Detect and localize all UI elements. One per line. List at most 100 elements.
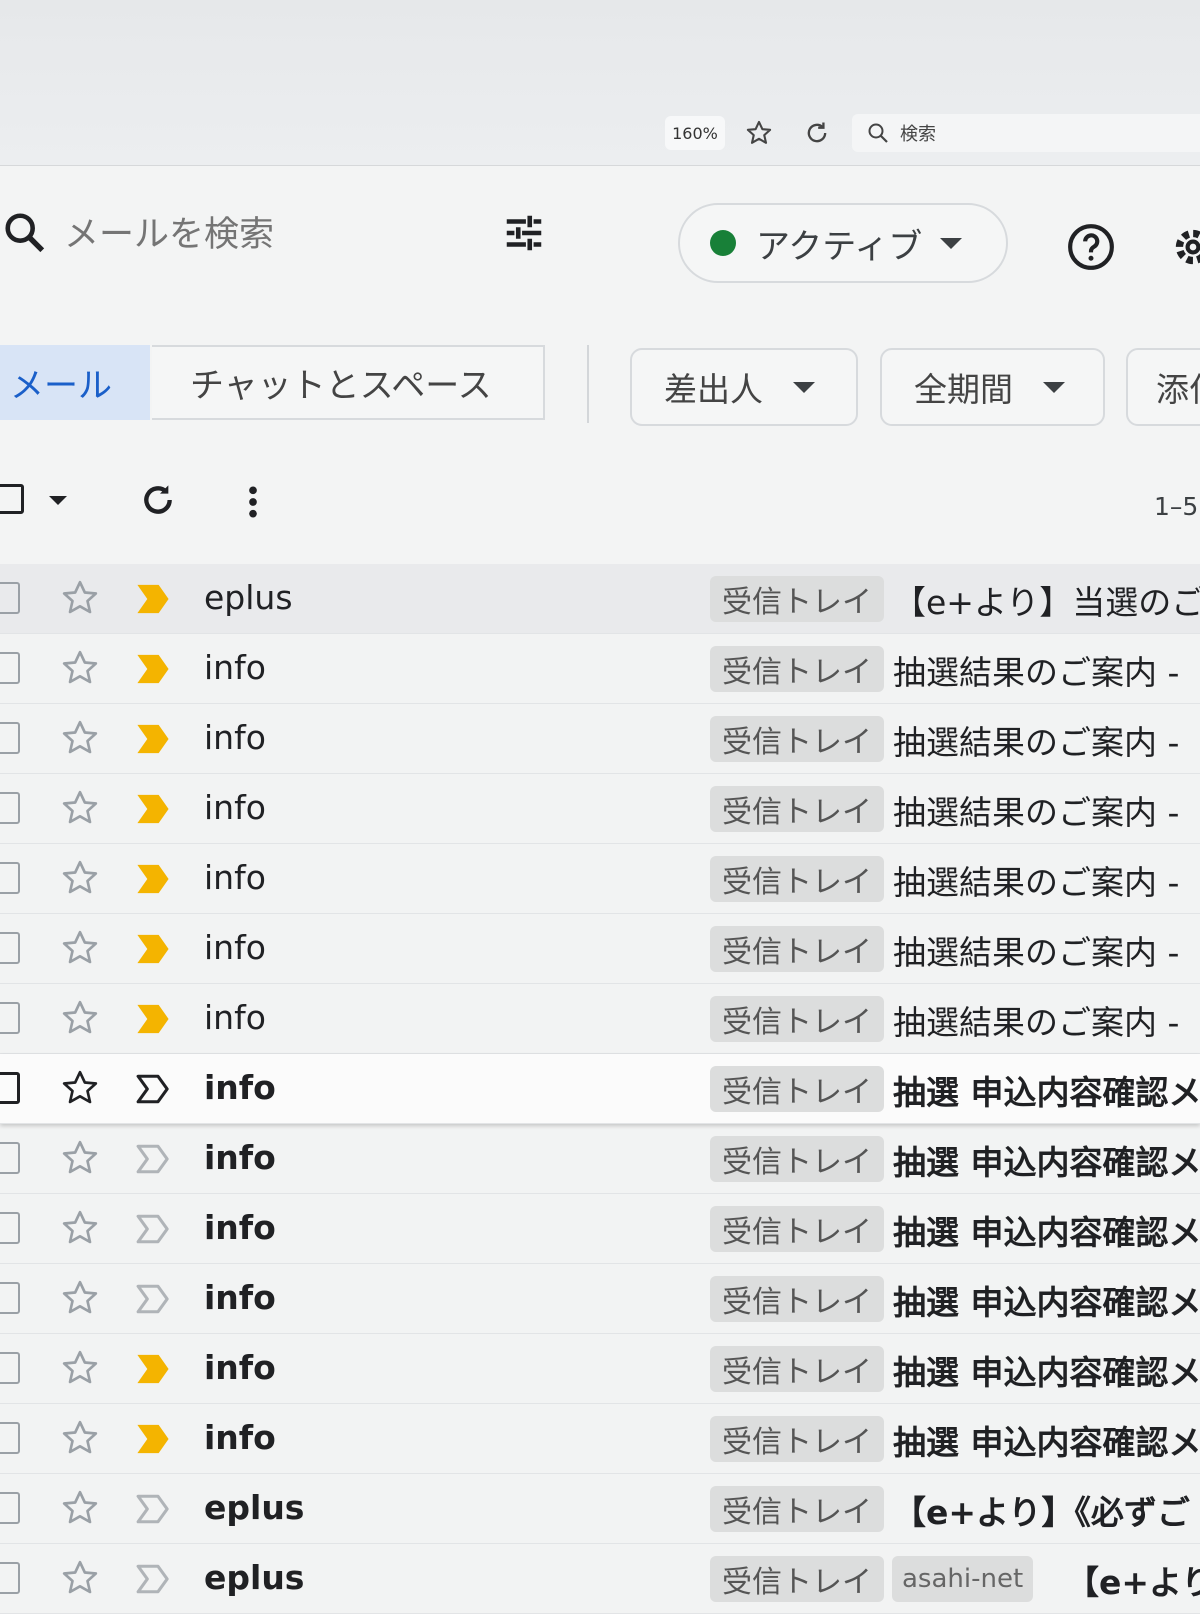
select-menu-chevron-icon[interactable] [49, 496, 67, 505]
email-row[interactable]: info 受信トレイ 抽選 申込内容確認メ [0, 1054, 1200, 1124]
inbox-label-badge[interactable]: 受信トレイ [710, 1346, 884, 1392]
filter-sender[interactable]: 差出人 [630, 348, 858, 426]
row-checkbox[interactable] [0, 1422, 20, 1454]
email-row[interactable]: info 受信トレイ 抽選結果のご案内 - [0, 984, 1200, 1054]
star-icon[interactable] [60, 1558, 100, 1598]
email-row[interactable]: info 受信トレイ 抽選結果のご案内 - [0, 914, 1200, 984]
inbox-label-badge[interactable]: 受信トレイ [710, 1416, 884, 1462]
email-row[interactable]: eplus 受信トレイ 【e+より】《必ずご [0, 1474, 1200, 1544]
email-sender: info [204, 1418, 276, 1457]
row-checkbox[interactable] [0, 862, 20, 894]
importance-marker-icon[interactable] [134, 792, 172, 826]
importance-marker-icon[interactable] [134, 1212, 172, 1246]
row-checkbox[interactable] [0, 1002, 20, 1034]
email-row[interactable]: info 受信トレイ 抽選 申込内容確認メ [0, 1404, 1200, 1474]
more-options-icon[interactable] [246, 482, 260, 522]
email-sender: info [204, 1138, 276, 1177]
star-icon[interactable] [60, 718, 100, 758]
browser-search-box[interactable]: 検索 [852, 114, 1200, 152]
star-icon[interactable] [60, 788, 100, 828]
importance-marker-icon[interactable] [134, 862, 172, 896]
email-row[interactable]: info 受信トレイ 抽選 申込内容確認メ [0, 1124, 1200, 1194]
bookmark-star-icon[interactable] [742, 116, 776, 150]
help-icon[interactable] [1066, 222, 1116, 272]
reload-icon[interactable] [800, 116, 834, 150]
email-row[interactable]: info 受信トレイ 抽選結果のご案内 - [0, 704, 1200, 774]
inbox-label-badge[interactable]: 受信トレイ [710, 716, 884, 762]
importance-marker-icon[interactable] [134, 1002, 172, 1036]
star-icon[interactable] [60, 578, 100, 618]
status-selector[interactable]: アクティブ [678, 203, 1008, 283]
inbox-label-badge[interactable]: 受信トレイ [710, 646, 884, 692]
star-icon[interactable] [60, 648, 100, 688]
row-checkbox[interactable] [0, 932, 20, 964]
row-checkbox[interactable] [0, 1072, 20, 1104]
filter-attachment[interactable]: 添付 [1126, 348, 1200, 426]
row-checkbox[interactable] [0, 1562, 20, 1594]
importance-marker-icon[interactable] [134, 652, 172, 686]
settings-gear-icon[interactable] [1168, 222, 1200, 272]
star-icon[interactable] [60, 1418, 100, 1458]
inbox-label-badge[interactable]: 受信トレイ [710, 1136, 884, 1182]
star-icon[interactable] [60, 1138, 100, 1178]
row-checkbox[interactable] [0, 1212, 20, 1244]
importance-marker-icon[interactable] [134, 1562, 172, 1596]
email-row[interactable]: info 受信トレイ 抽選 申込内容確認メ [0, 1264, 1200, 1334]
row-checkbox[interactable] [0, 792, 20, 824]
tab-chat-and-spaces[interactable]: チャットとスペース [152, 345, 545, 420]
row-checkbox[interactable] [0, 582, 20, 614]
star-icon[interactable] [60, 998, 100, 1038]
email-row[interactable]: info 受信トレイ 抽選結果のご案内 - [0, 774, 1200, 844]
importance-marker-icon[interactable] [134, 1352, 172, 1386]
importance-marker-icon[interactable] [134, 722, 172, 756]
importance-marker-icon[interactable] [134, 1142, 172, 1176]
row-checkbox[interactable] [0, 1352, 20, 1384]
mail-search-input[interactable] [62, 214, 446, 256]
search-icon[interactable] [2, 210, 48, 256]
filter-period[interactable]: 全期間 [880, 348, 1105, 426]
row-checkbox[interactable] [0, 722, 20, 754]
refresh-icon[interactable] [138, 480, 178, 520]
email-row[interactable]: eplus 受信トレイ 【e+より】当選のご [0, 564, 1200, 634]
email-subject: 抽選 申込内容確認メ [893, 1283, 1200, 1322]
inbox-label-badge[interactable]: 受信トレイ [710, 926, 884, 972]
inbox-label-badge[interactable]: 受信トレイ [710, 1276, 884, 1322]
select-all-checkbox[interactable] [0, 484, 24, 514]
row-checkbox[interactable] [0, 652, 20, 684]
importance-marker-icon[interactable] [134, 1282, 172, 1316]
row-checkbox[interactable] [0, 1142, 20, 1174]
extra-label-badge[interactable]: asahi-net [892, 1556, 1034, 1602]
importance-marker-icon[interactable] [134, 1422, 172, 1456]
inbox-label-badge[interactable]: 受信トレイ [710, 856, 884, 902]
email-row[interactable]: eplus 受信トレイasahi-net 【e+より】 [0, 1544, 1200, 1614]
inbox-label-badge[interactable]: 受信トレイ [710, 1556, 884, 1602]
tab-mail[interactable]: メール [0, 345, 150, 420]
importance-marker-icon[interactable] [134, 582, 172, 616]
star-icon[interactable] [60, 1278, 100, 1318]
email-row[interactable]: info 受信トレイ 抽選 申込内容確認メ [0, 1194, 1200, 1264]
star-icon[interactable] [60, 1208, 100, 1248]
star-icon[interactable] [60, 1348, 100, 1388]
star-icon[interactable] [60, 1068, 100, 1108]
row-checkbox[interactable] [0, 1492, 20, 1524]
star-icon[interactable] [60, 858, 100, 898]
inbox-label-badge[interactable]: 受信トレイ [710, 786, 884, 832]
search-options-icon[interactable] [500, 210, 548, 256]
zoom-level[interactable]: 160% [665, 116, 725, 150]
email-row[interactable]: info 受信トレイ 抽選結果のご案内 - [0, 844, 1200, 914]
importance-marker-icon[interactable] [134, 1492, 172, 1526]
row-checkbox[interactable] [0, 1282, 20, 1314]
status-indicator [710, 230, 736, 256]
inbox-label-badge[interactable]: 受信トレイ [710, 576, 884, 622]
email-row[interactable]: info 受信トレイ 抽選 申込内容確認メ [0, 1334, 1200, 1404]
inbox-label-badge[interactable]: 受信トレイ [710, 996, 884, 1042]
inbox-label-badge[interactable]: 受信トレイ [710, 1486, 884, 1532]
email-subject: 抽選結果のご案内 - [893, 1003, 1180, 1042]
star-icon[interactable] [60, 928, 100, 968]
importance-marker-icon[interactable] [134, 932, 172, 966]
star-icon[interactable] [60, 1488, 100, 1528]
inbox-label-badge[interactable]: 受信トレイ [710, 1206, 884, 1252]
importance-marker-icon[interactable] [134, 1072, 172, 1106]
inbox-label-badge[interactable]: 受信トレイ [710, 1066, 884, 1112]
email-row[interactable]: info 受信トレイ 抽選結果のご案内 - [0, 634, 1200, 704]
